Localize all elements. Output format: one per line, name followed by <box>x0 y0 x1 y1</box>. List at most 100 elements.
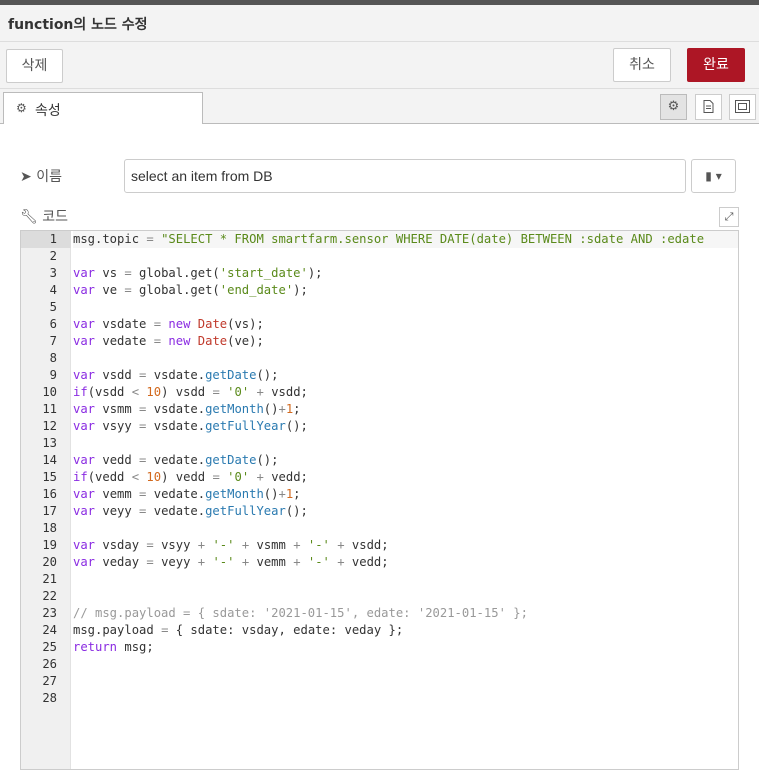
code-text: var vs = global.get('start_date'); <box>73 266 323 280</box>
code-text: var veyy = vedate.getFullYear(); <box>73 504 308 518</box>
line-number: 12 <box>42 419 57 433</box>
code-line: 14 var vedd = vedate.getDate(); <box>21 452 738 469</box>
gear-icon[interactable]: ⚙ <box>660 94 687 120</box>
line-number: 1 <box>21 231 71 248</box>
book-icon: ▮ <box>705 169 712 183</box>
line-number: 17 <box>42 504 57 518</box>
document-icon[interactable] <box>695 94 722 120</box>
name-input[interactable] <box>124 159 686 193</box>
expand-frame-icon[interactable] <box>729 94 756 120</box>
code-text: ​ <box>73 673 738 690</box>
code-text: var veday = veyy + '-' + vemm + '-' + ve… <box>73 555 389 569</box>
code-line: 17 var veyy = vedate.getFullYear(); <box>21 503 738 520</box>
code-text: var vsdate = new Date(vs); <box>73 317 264 331</box>
dialog-action-bar: 삭제 취소 완료 <box>0 42 759 89</box>
line-number: 5 <box>49 300 57 314</box>
caret-down-icon: ▾ <box>715 169 722 183</box>
gear-icon: ⚙ <box>16 101 27 115</box>
code-line: 26 ​ <box>21 656 738 673</box>
line-number: 10 <box>42 385 57 399</box>
code-text: msg.topic = "SELECT * FROM smartfarm.sen… <box>73 231 738 248</box>
code-line: 28 ​ <box>21 690 738 707</box>
code-text: ​ <box>73 520 738 537</box>
line-number: 25 <box>42 640 57 654</box>
code-label: 🔧︎ 코드 <box>20 209 68 225</box>
tab-properties-label: 속성 <box>35 103 61 119</box>
code-text: var ve = global.get('end_date'); <box>73 283 308 297</box>
code-line: 27 ​ <box>21 673 738 690</box>
line-number: 19 <box>42 538 57 552</box>
code-text: var vedate = new Date(ve); <box>73 334 264 348</box>
tab-properties[interactable]: ⚙ 속성 <box>3 92 203 124</box>
line-number: 23 <box>42 606 57 620</box>
code-text: if(vsdd < 10) vsdd = '0' + vsdd; <box>73 385 308 399</box>
cancel-button[interactable]: 취소 <box>613 48 671 82</box>
code-line: 3 var vs = global.get('start_date'); <box>21 265 738 282</box>
code-text: // msg.payload = { sdate: '2021-01-15', … <box>73 606 528 620</box>
line-number: 8 <box>49 351 57 365</box>
code-line: 21 ​ <box>21 571 738 588</box>
code-text: return msg; <box>73 640 154 654</box>
code-line: 1 msg.topic = "SELECT * FROM smartfarm.se… <box>21 231 738 248</box>
line-number: 3 <box>49 266 57 280</box>
line-number: 2 <box>49 249 57 263</box>
code-line: 11 var vsmm = vsdate.getMonth()+1; <box>21 401 738 418</box>
code-line: 15 if(vedd < 10) vedd = '0' + vedd; <box>21 469 738 486</box>
line-number: 14 <box>42 453 57 467</box>
code-line: 19 var vsday = vsyy + '-' + vsmm + '-' + … <box>21 537 738 554</box>
code-line: 12 var vsyy = vsdate.getFullYear(); <box>21 418 738 435</box>
code-line: 13 ​ <box>21 435 738 452</box>
line-number: 6 <box>49 317 57 331</box>
code-line: 25 return msg; <box>21 639 738 656</box>
library-dropdown-button[interactable]: ▮ ▾ <box>691 159 736 193</box>
code-text: var vemm = vedate.getMonth()+1; <box>73 487 301 501</box>
code-line: 23 // msg.payload = { sdate: '2021-01-15'… <box>21 605 738 622</box>
code-text: msg.payload = { sdate: vsday, edate: ved… <box>73 623 404 637</box>
tab-bar: ⚙ 속성 ⚙ <box>0 89 759 124</box>
code-line: 9 var vsdd = vsdate.getDate(); <box>21 367 738 384</box>
code-line: 6 var vsdate = new Date(vs); <box>21 316 738 333</box>
code-line: 16 var vemm = vedate.getMonth()+1; <box>21 486 738 503</box>
expand-editor-button[interactable]: ⤢ <box>719 207 739 227</box>
code-text: ​ <box>73 248 738 265</box>
name-label: ➤ 이름 <box>20 169 62 185</box>
code-line: 2​ <box>21 248 738 265</box>
code-text: var vsyy = vsdate.getFullYear(); <box>73 419 308 433</box>
code-text: var vedd = vedate.getDate(); <box>73 453 279 467</box>
code-editor[interactable]: 1 msg.topic = "SELECT * FROM smartfarm.se… <box>20 230 739 770</box>
line-number: 18 <box>42 521 57 535</box>
code-text: ​ <box>73 588 738 605</box>
dialog-title: function의 노드 수정 <box>8 17 148 33</box>
tag-icon: ➤ <box>20 169 32 185</box>
code-text: var vsdd = vsdate.getDate(); <box>73 368 279 382</box>
code-line: 8​ <box>21 350 738 367</box>
code-text: ​ <box>73 350 738 367</box>
expand-arrows-icon: ⤢ <box>724 210 734 223</box>
delete-button[interactable]: 삭제 <box>6 49 63 83</box>
line-number: 24 <box>42 623 57 637</box>
line-number: 11 <box>42 402 57 416</box>
code-line: 22 ​ <box>21 588 738 605</box>
code-line: 24 msg.payload = { sdate: vsday, edate: v… <box>21 622 738 639</box>
done-button[interactable]: 완료 <box>687 48 745 82</box>
code-text: ​ <box>73 690 738 707</box>
line-number: 21 <box>42 572 57 586</box>
line-number: 15 <box>42 470 57 484</box>
code-line: 7 var vedate = new Date(ve); <box>21 333 738 350</box>
line-number: 9 <box>49 368 57 382</box>
code-line: 18 ​ <box>21 520 738 537</box>
code-text: ​ <box>73 571 738 588</box>
code-line: 20 var veday = veyy + '-' + vemm + '-' + … <box>21 554 738 571</box>
line-number: 4 <box>49 283 57 297</box>
dialog-titlebar: function의 노드 수정 <box>0 5 759 42</box>
code-text: if(vedd < 10) vedd = '0' + vedd; <box>73 470 308 484</box>
code-text: ​ <box>73 435 738 452</box>
line-number: 28 <box>42 691 57 705</box>
line-number: 27 <box>42 674 57 688</box>
code-text: ​ <box>73 656 738 673</box>
code-line: 5​ <box>21 299 738 316</box>
code-line: 10 if(vsdd < 10) vsdd = '0' + vsdd; <box>21 384 738 401</box>
line-number: 13 <box>42 436 57 450</box>
line-number: 20 <box>42 555 57 569</box>
line-number: 16 <box>42 487 57 501</box>
